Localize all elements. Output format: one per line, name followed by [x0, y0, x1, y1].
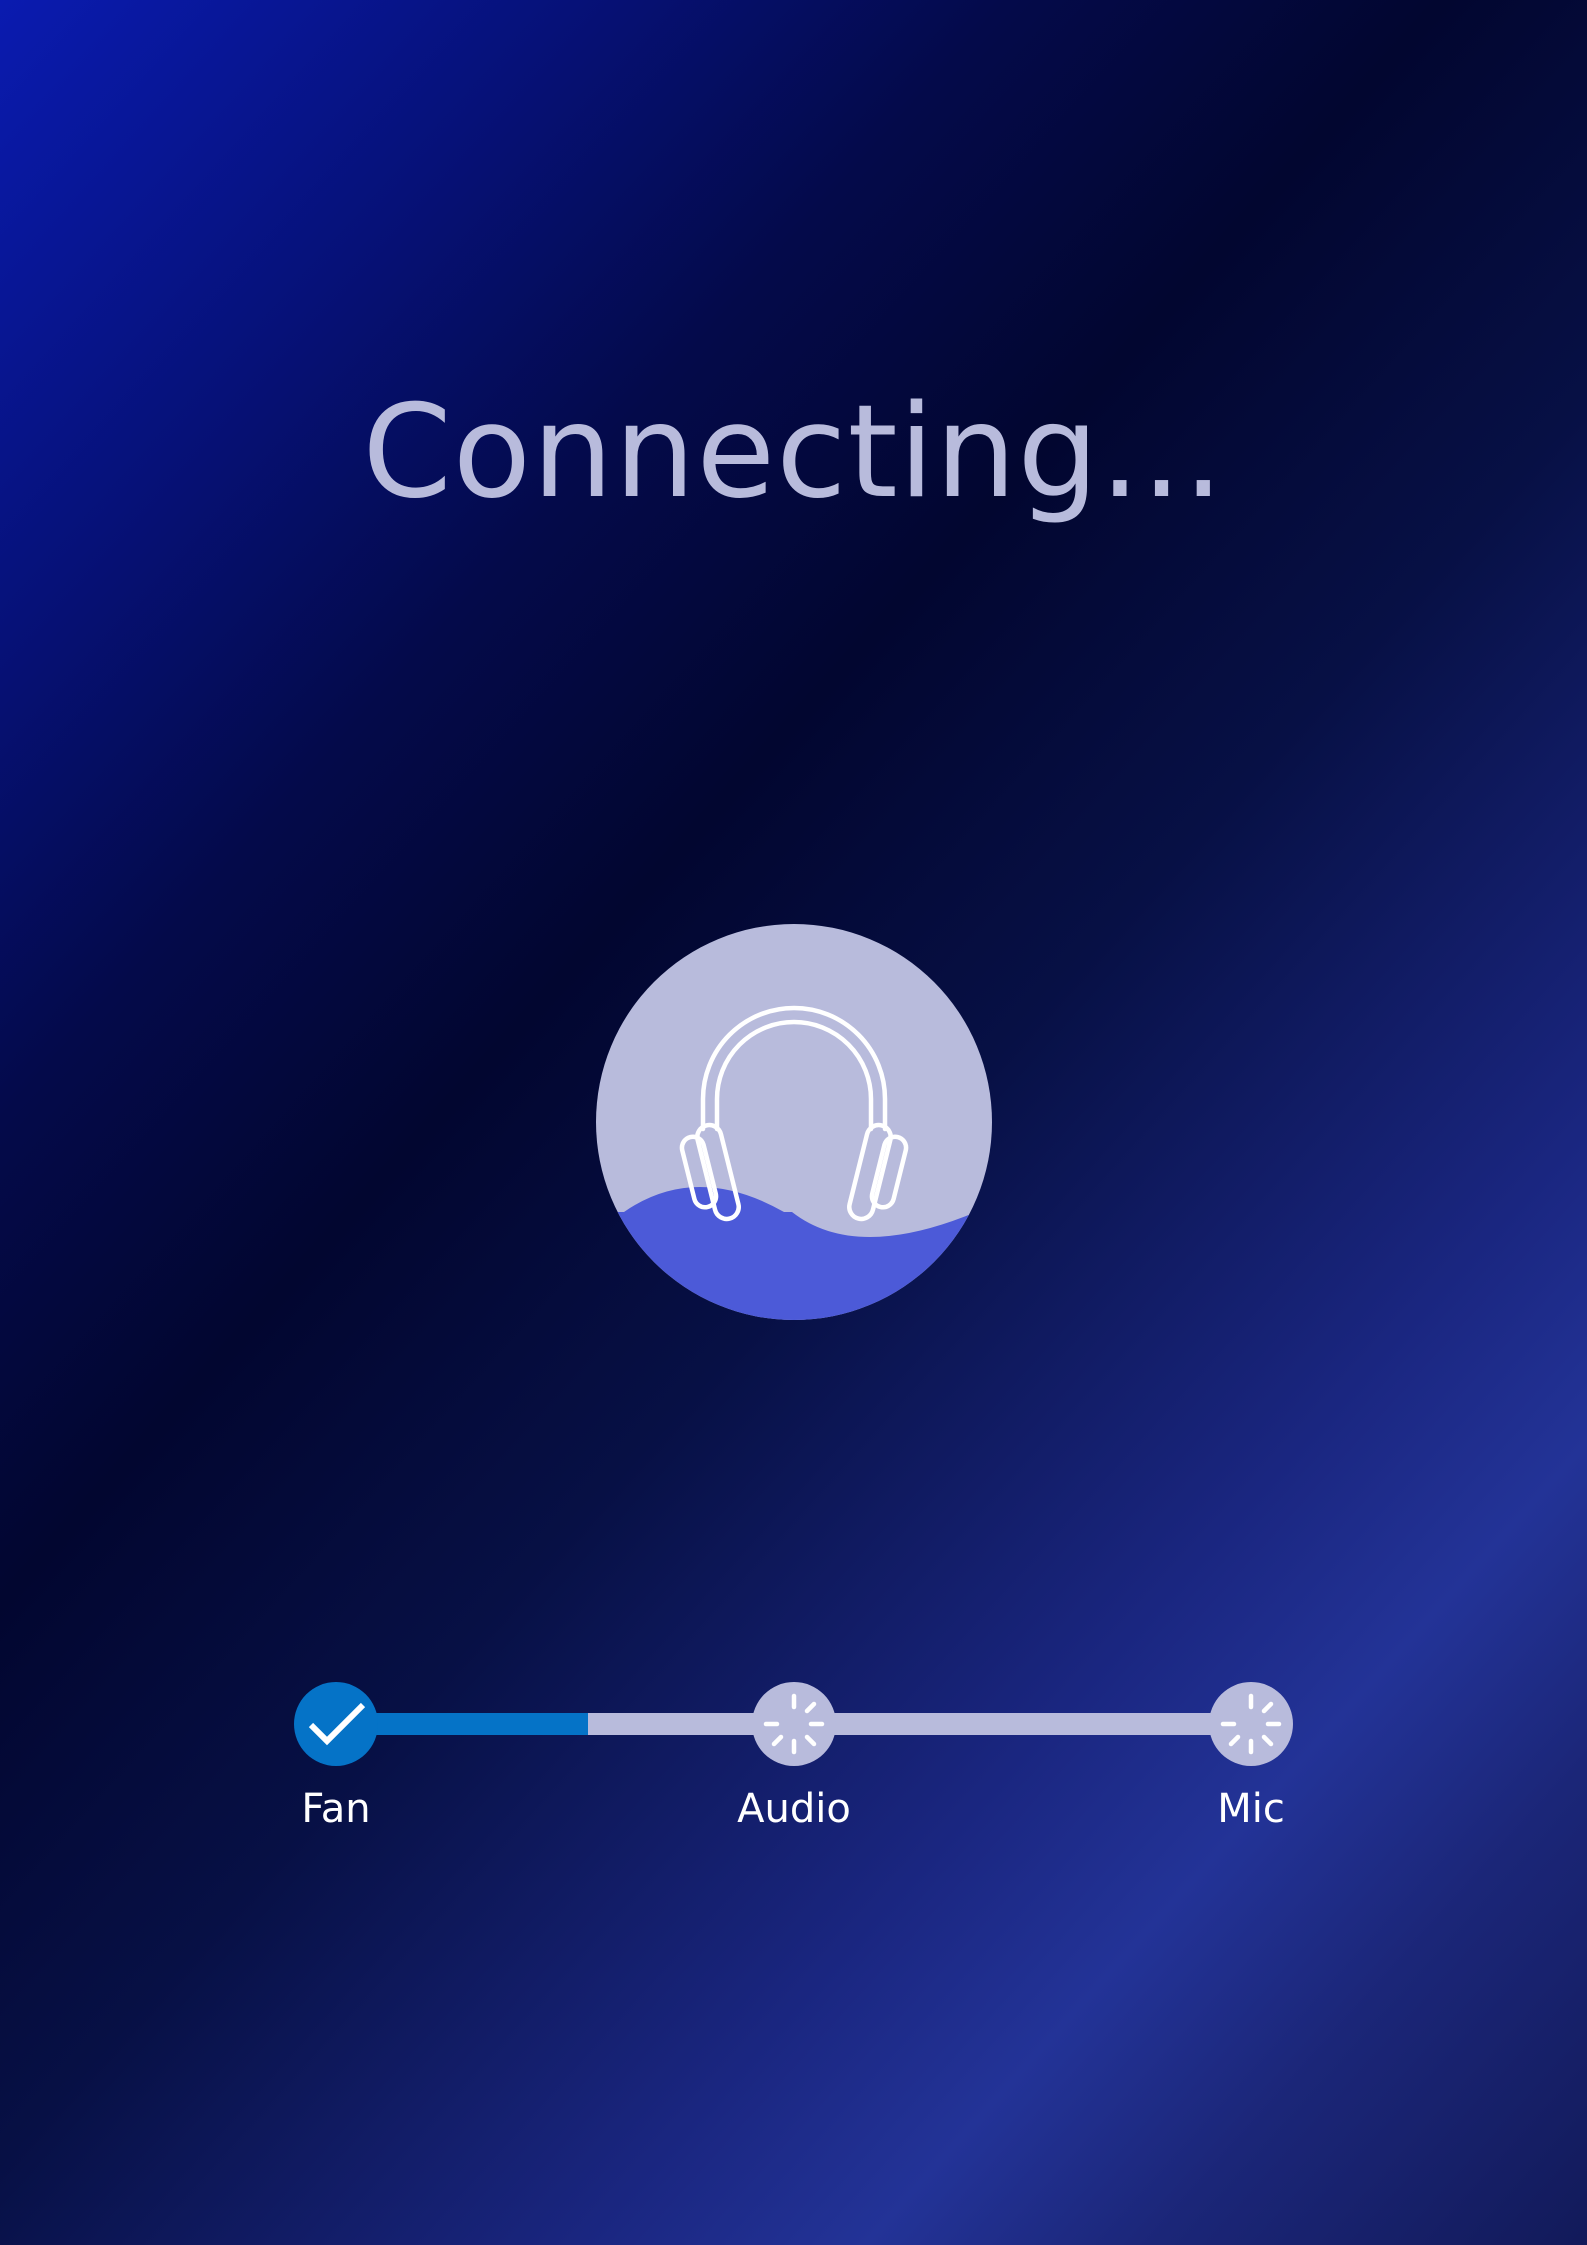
- step-audio-label: Audio: [737, 1786, 851, 1832]
- spinner-icon: [1209, 1682, 1293, 1766]
- headphones-device-circle: [596, 924, 992, 1320]
- connecting-title: Connecting...: [362, 378, 1225, 527]
- step-mic-label: Mic: [1217, 1786, 1285, 1832]
- spinner-icon: [752, 1682, 836, 1766]
- step-audio-node[interactable]: [752, 1682, 836, 1766]
- check-icon: [294, 1682, 378, 1766]
- step-fan-node[interactable]: [294, 1682, 378, 1766]
- step-mic-node[interactable]: [1209, 1682, 1293, 1766]
- headphones-icon: [596, 924, 992, 1320]
- step-fan-label: Fan: [301, 1786, 371, 1832]
